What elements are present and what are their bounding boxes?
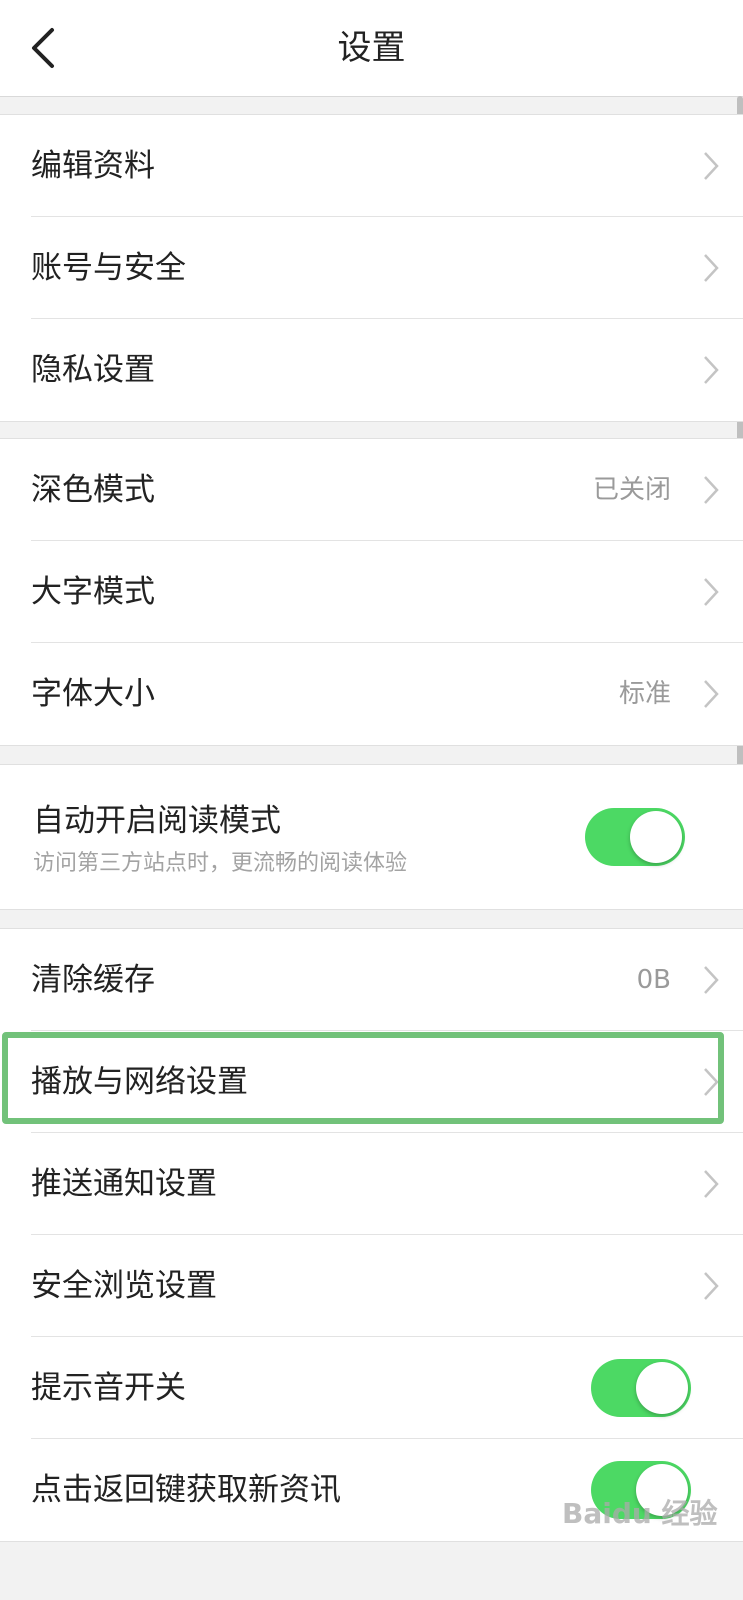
settings-group-profile: 编辑资料 账号与安全 隐私设置	[0, 114, 743, 422]
row-label: 深色模式	[31, 472, 155, 508]
row-label: 提示音开关	[31, 1370, 186, 1406]
chevron-right-icon	[704, 1068, 719, 1096]
settings-row-font-size[interactable]: 字体大小 标准	[0, 643, 743, 745]
settings-group-display: 深色模式 已关闭 大字模式 字体大小 标准	[0, 438, 743, 746]
toggle-knob	[636, 1362, 688, 1414]
settings-row-privacy[interactable]: 隐私设置	[0, 319, 743, 421]
row-value: 标准	[618, 679, 671, 709]
settings-row-account-security[interactable]: 账号与安全	[0, 217, 743, 319]
chevron-right-icon	[704, 966, 719, 994]
toggle-knob	[630, 811, 682, 863]
chevron-right-icon	[704, 476, 719, 504]
settings-row-push-notifications[interactable]: 推送通知设置	[0, 1133, 743, 1235]
settings-row-clear-cache[interactable]: 清除缓存 0B	[0, 929, 743, 1031]
settings-row-playback-network[interactable]: 播放与网络设置	[0, 1031, 743, 1133]
settings-row-safe-browsing[interactable]: 安全浏览设置	[0, 1235, 743, 1337]
row-value: 0B	[636, 965, 671, 995]
row-label: 账号与安全	[31, 250, 186, 286]
chevron-right-icon	[704, 1170, 719, 1198]
row-label: 推送通知设置	[31, 1166, 217, 1202]
row-label: 大字模式	[31, 574, 155, 610]
watermark-logo: Baidu 经验	[562, 1492, 722, 1538]
reading-mode-label: 自动开启阅读模式	[33, 803, 281, 839]
row-label: 点击返回键获取新资讯	[31, 1472, 341, 1508]
row-label: 隐私设置	[31, 352, 155, 388]
page-title: 设置	[337, 28, 406, 68]
settings-row-large-text[interactable]: 大字模式	[0, 541, 743, 643]
chevron-right-icon	[704, 356, 719, 384]
row-label: 安全浏览设置	[31, 1268, 217, 1304]
settings-row-dark-mode[interactable]: 深色模式 已关闭	[0, 439, 743, 541]
settings-group-reading-mode: 自动开启阅读模式 访问第三方站点时，更流畅的阅读体验	[0, 764, 743, 910]
sound-toggle[interactable]	[591, 1359, 691, 1417]
settings-group-misc: 清除缓存 0B 播放与网络设置 推送通知设置 安全浏览设置 提示音开关 点击返回…	[0, 928, 743, 1542]
chevron-right-icon	[704, 152, 719, 180]
nav-bar: 设置	[0, 0, 743, 97]
chevron-right-icon	[704, 254, 719, 282]
settings-row-edit-profile[interactable]: 编辑资料	[0, 115, 743, 217]
reading-mode-description: 访问第三方站点时，更流畅的阅读体验	[33, 851, 408, 876]
row-value: 已关闭	[592, 475, 671, 505]
row-label: 编辑资料	[31, 148, 155, 184]
row-label: 字体大小	[31, 676, 155, 712]
settings-row-sound-toggle[interactable]: 提示音开关	[0, 1337, 743, 1439]
row-label: 播放与网络设置	[31, 1064, 248, 1100]
chevron-right-icon	[704, 680, 719, 708]
reading-mode-toggle[interactable]	[585, 808, 685, 866]
chevron-right-icon	[704, 578, 719, 606]
chevron-right-icon	[704, 1272, 719, 1300]
row-label: 清除缓存	[31, 962, 155, 998]
watermark-text: Baidu 经验	[562, 1497, 718, 1530]
